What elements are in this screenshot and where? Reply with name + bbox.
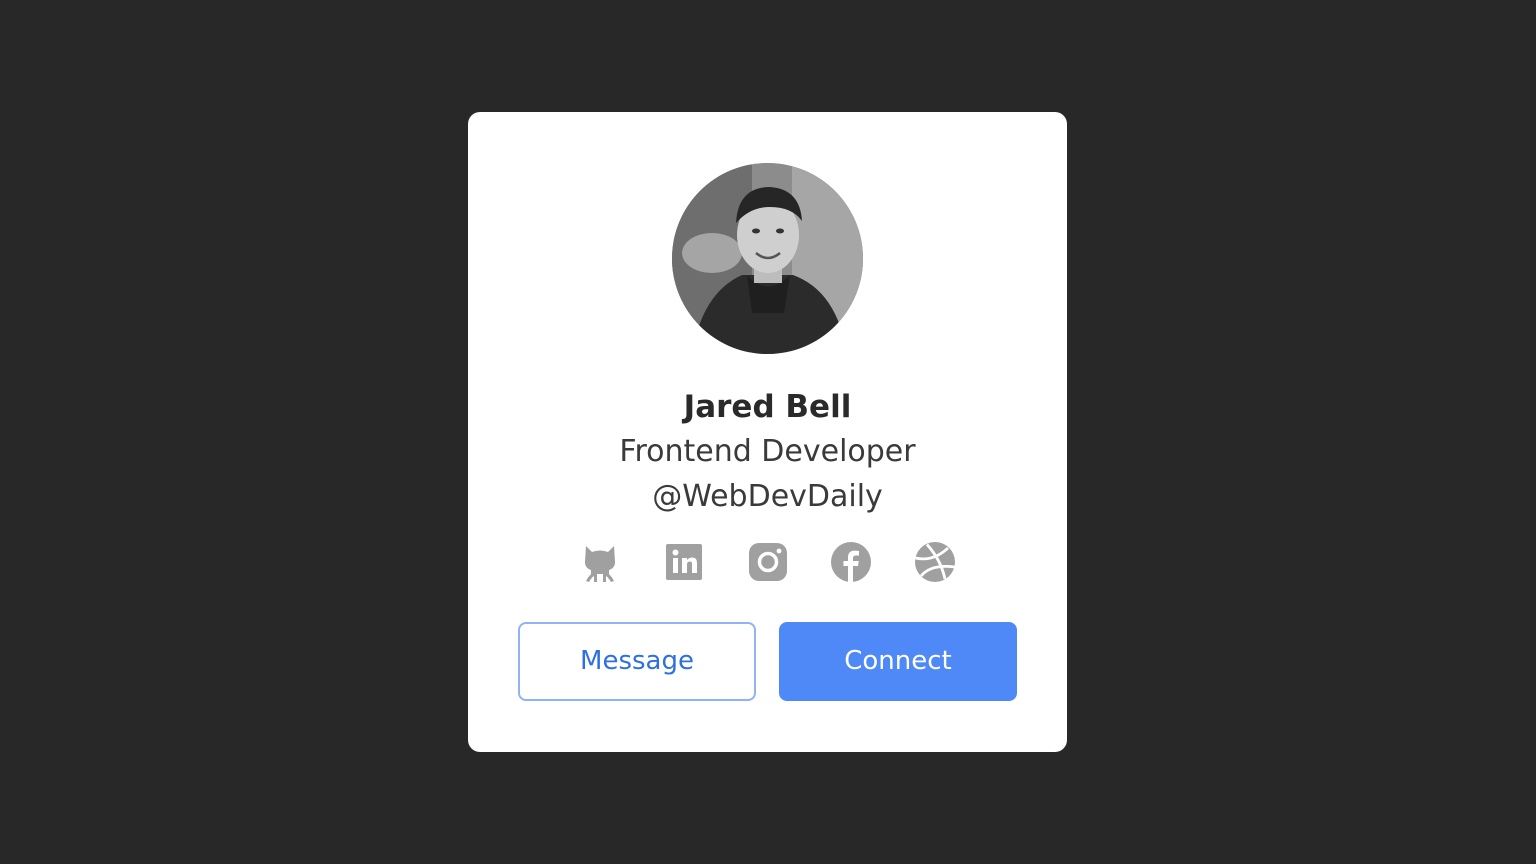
- avatar: [672, 163, 863, 354]
- message-button[interactable]: Message: [518, 622, 756, 701]
- profile-name: Jared Bell: [683, 389, 852, 425]
- dribbble-icon[interactable]: [913, 540, 957, 584]
- profile-role: Frontend Developer: [619, 434, 916, 469]
- github-icon[interactable]: [578, 540, 622, 584]
- connect-button[interactable]: Connect: [779, 622, 1017, 701]
- profile-card: Jared Bell Frontend Developer @WebDevDai…: [468, 112, 1067, 752]
- profile-handle: @WebDevDaily: [652, 479, 883, 514]
- facebook-icon[interactable]: [829, 540, 873, 584]
- linkedin-icon[interactable]: [662, 540, 706, 584]
- social-links: [468, 540, 1067, 584]
- instagram-icon[interactable]: [746, 540, 790, 584]
